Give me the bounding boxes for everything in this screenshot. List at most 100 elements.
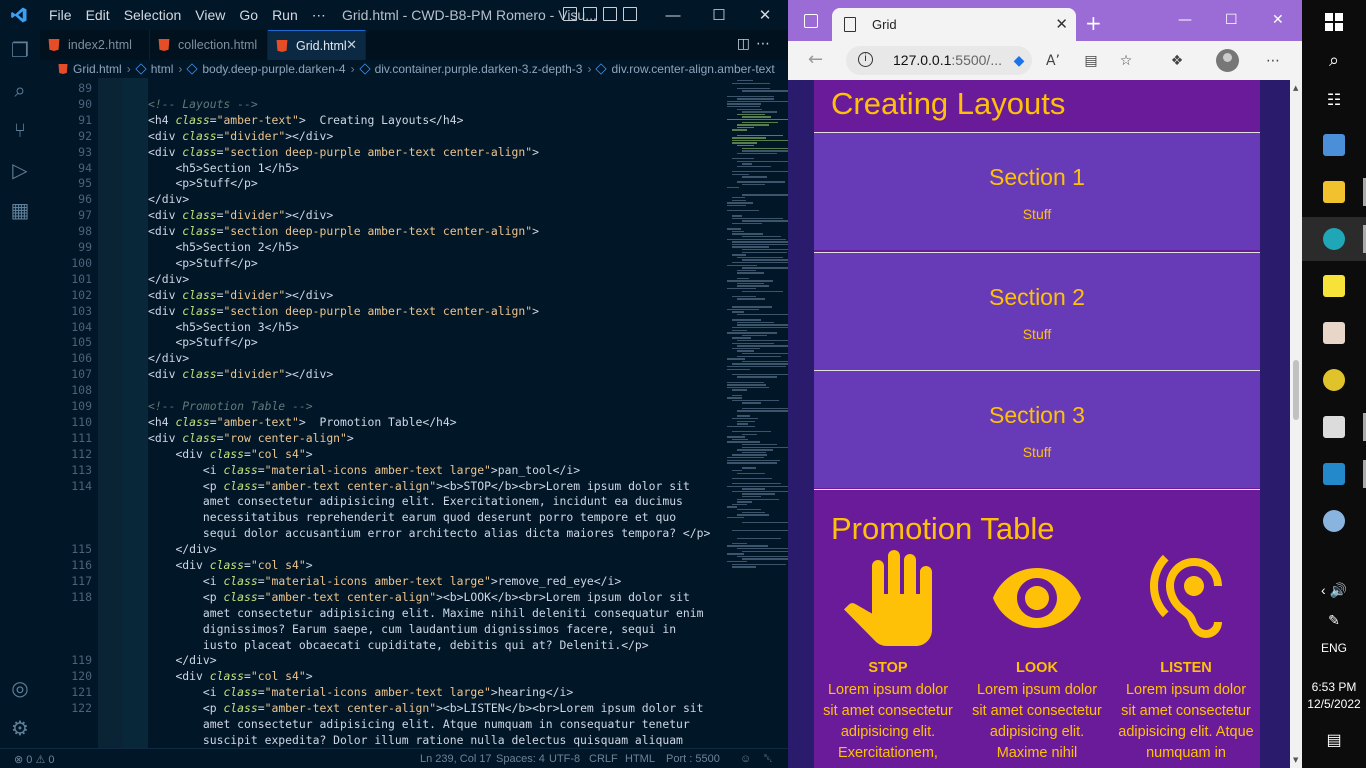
customize-layout-icon[interactable] [623, 7, 637, 21]
notifications-icon[interactable]: ␇ [764, 753, 773, 766]
html-file-icon [48, 39, 60, 51]
taskbar-monitor-icon[interactable] [1302, 405, 1366, 449]
menu-edit[interactable]: Edit [79, 7, 117, 23]
close-tab-icon[interactable]: ✕ [1055, 15, 1068, 33]
immersive-reader-icon[interactable]: ▤ [1082, 52, 1100, 70]
read-aloud-icon[interactable]: A’ [1044, 52, 1062, 70]
minimap-line [742, 176, 767, 178]
scroll-up-icon[interactable]: ▲ [1293, 84, 1298, 92]
scrollbar-thumb[interactable] [1293, 360, 1299, 420]
address-bar[interactable]: i 127.0.0.1:5500/... [846, 46, 1032, 75]
minimap-line [732, 319, 761, 321]
code-line: iusto placeat obcaecati cupiditate, debi… [202, 637, 649, 652]
tab-index2[interactable]: index2.html [40, 30, 150, 60]
account-icon[interactable]: ◎ [8, 676, 32, 700]
search-icon[interactable]: ⌕ [8, 78, 32, 102]
code-area[interactable]: <!-- Layouts --> <h4 class="amber-text"> … [98, 78, 710, 748]
breadcrumb-file[interactable]: Grid.html [73, 62, 122, 76]
split-editor-icon[interactable]: ◫ [737, 36, 756, 52]
minimap-line [732, 342, 775, 344]
settings-gear-icon[interactable]: ⚙ [8, 716, 32, 740]
code-line: <div class="col s4"> [175, 446, 313, 461]
problems-status[interactable]: ⊗ 0 ⚠ 0 [14, 753, 54, 766]
menu-view[interactable]: View [188, 7, 232, 23]
browser-minimize-icon[interactable]: — [1178, 12, 1192, 28]
taskbar-sticky-notes-icon[interactable] [1302, 264, 1366, 308]
minimap-line [727, 228, 741, 230]
taskbar-game-icon[interactable] [1302, 311, 1366, 355]
tab-actions-icon[interactable] [804, 14, 818, 28]
menu-more[interactable]: ⋯ [305, 7, 333, 24]
close-icon[interactable]: ✕ [742, 0, 788, 30]
explorer-icon[interactable]: ❐ [8, 38, 32, 62]
language-mode[interactable]: HTML [625, 753, 655, 765]
live-server-port[interactable]: Port : 5500 [666, 753, 720, 765]
new-tab-icon[interactable]: + [1085, 11, 1102, 35]
notification-center-icon[interactable]: ▤ [1302, 730, 1366, 750]
line-number: 99 [78, 240, 92, 254]
clock-time[interactable]: 6:53 PM [1302, 680, 1366, 694]
browser-maximize-icon[interactable]: ☐ [1225, 12, 1238, 28]
feedback-icon[interactable]: ☺ [740, 753, 751, 765]
menu-selection[interactable]: Selection [117, 7, 189, 23]
add-favorite-icon[interactable]: ☆ [1117, 52, 1135, 70]
taskbar-edge-icon[interactable] [1302, 217, 1366, 261]
input-language[interactable]: ENG [1302, 641, 1366, 655]
taskbar-file-explorer-icon[interactable] [1302, 170, 1366, 214]
menu-go[interactable]: Go [232, 7, 265, 23]
extensions-puzzle-icon[interactable]: ❖ [1168, 52, 1186, 70]
indentation-status[interactable]: Spaces: 4 [496, 753, 545, 765]
site-info-icon[interactable]: i [858, 52, 873, 67]
taskbar-chat-icon[interactable] [1302, 358, 1366, 402]
more-actions-icon[interactable]: ⋯ [756, 36, 776, 52]
tab-close-icon[interactable]: ✕ [346, 37, 357, 53]
scroll-down-icon[interactable]: ▼ [1293, 756, 1298, 764]
browser-tab-grid[interactable]: Grid ✕ [832, 8, 1076, 41]
toggle-secondary-sidebar-icon[interactable] [603, 7, 617, 21]
breadcrumb-separator: › [126, 62, 131, 76]
clock-date[interactable]: 12/5/2022 [1302, 697, 1366, 711]
run-debug-icon[interactable]: ▷ [8, 158, 32, 182]
profile-avatar[interactable] [1216, 49, 1239, 72]
taskbar-app-remote-icon[interactable] [1302, 123, 1366, 167]
eol-status[interactable]: CRLF [589, 753, 618, 765]
tray-overflow-chevron-icon[interactable]: ‹ 🔊 [1302, 582, 1366, 599]
menu-run[interactable]: Run [265, 7, 305, 23]
browser-close-icon[interactable]: ✕ [1272, 12, 1284, 28]
source-control-icon[interactable]: ⑂ [8, 118, 32, 142]
extensions-icon[interactable]: ▦ [8, 198, 32, 222]
task-view-icon[interactable]: ☷ [1302, 78, 1366, 122]
minimap-line [737, 472, 765, 474]
cursor-position[interactable]: Ln 239, Col 17 [420, 753, 492, 765]
taskbar-search-icon[interactable]: ⌕ [1302, 38, 1366, 82]
minimap-line [737, 350, 754, 352]
maximize-icon[interactable]: ☐ [696, 0, 742, 30]
encoding-status[interactable]: UTF-8 [549, 753, 580, 765]
toggle-sidebar-icon[interactable] [563, 7, 577, 21]
minimap-line [732, 483, 781, 485]
menu-file[interactable]: File [42, 7, 79, 23]
breadcrumb-body[interactable]: body.deep-purple.darken-4 [202, 62, 345, 76]
promo-text: Lorem ipsum dolor sit amet consectetur a… [1118, 682, 1254, 761]
minimize-icon[interactable]: — [650, 0, 696, 30]
toggle-panel-icon[interactable] [583, 7, 597, 21]
tray-pen-icon[interactable]: ✎ [1302, 612, 1366, 629]
page-scrollbar[interactable]: ▲ ▼ [1290, 80, 1302, 768]
back-icon[interactable]: ← [808, 49, 823, 70]
code-editor[interactable]: 89 90 91 92 93 94 95 96 97 98 99 100 101 102 103 104 105… [40, 78, 788, 748]
settings-more-icon[interactable]: ⋯ [1264, 52, 1282, 70]
line-number-gutter: 89 90 91 92 93 94 95 96 97 98 99 100 101 102 103 104 105… [40, 78, 98, 748]
coupon-tag-icon[interactable]: ◆ [1010, 52, 1028, 70]
promo-label: STOP [868, 660, 908, 676]
tab-grid[interactable]: Grid.html ✕ [268, 30, 366, 60]
breadcrumb-row[interactable]: div.row.center-align.amber-text [611, 62, 774, 76]
taskbar-vscode-icon[interactable] [1302, 452, 1366, 496]
breadcrumb-container[interactable]: div.container.purple.darken-3.z-depth-3 [375, 62, 583, 76]
minimap-line [727, 397, 742, 399]
editor-scrollbar[interactable] [776, 78, 788, 748]
breadcrumb-html[interactable]: html [151, 62, 174, 76]
minimap-line [737, 282, 764, 285]
tab-collection[interactable]: collection.html [150, 30, 268, 60]
web-page-viewport[interactable]: Creating Layouts Section 1 Stuff Section… [788, 80, 1290, 768]
taskbar-paint-icon[interactable] [1302, 499, 1366, 543]
